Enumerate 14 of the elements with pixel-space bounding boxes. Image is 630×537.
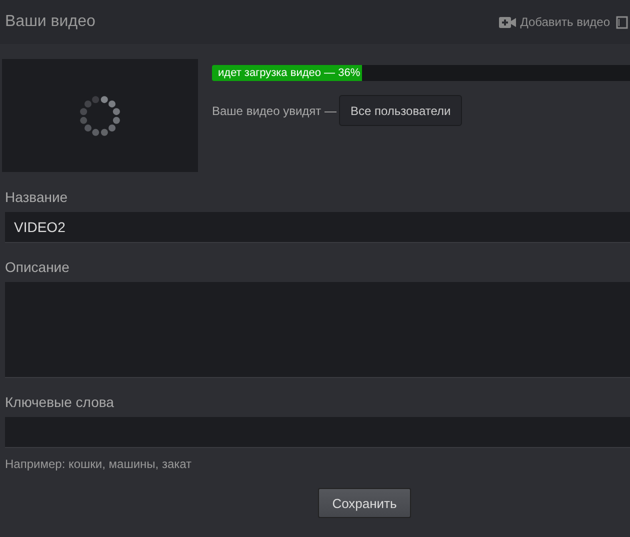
field-label: Название: [5, 189, 69, 205]
add-video-link[interactable]: Добавить видео: [499, 15, 610, 29]
field-label: Ключевые слова: [5, 394, 115, 410]
loading-spinner-icon: [79, 94, 121, 136]
video-camera-icon: [499, 16, 516, 28]
upload-status: идет загрузка видео — 36%: [218, 67, 360, 79]
visibility-label: Ваше видео увидят —: [212, 104, 336, 118]
page-title: Ваши видео: [5, 13, 96, 31]
input-field[interactable]: VIDEO2: [5, 212, 630, 243]
save-button[interactable]: Сохранить: [318, 488, 411, 518]
field-label: Описание: [5, 259, 70, 275]
list-icon[interactable]: [616, 16, 628, 28]
visibility-button[interactable]: Все пользователи: [339, 95, 462, 126]
field-hint: Например: кошки, машины, закат: [5, 457, 193, 471]
